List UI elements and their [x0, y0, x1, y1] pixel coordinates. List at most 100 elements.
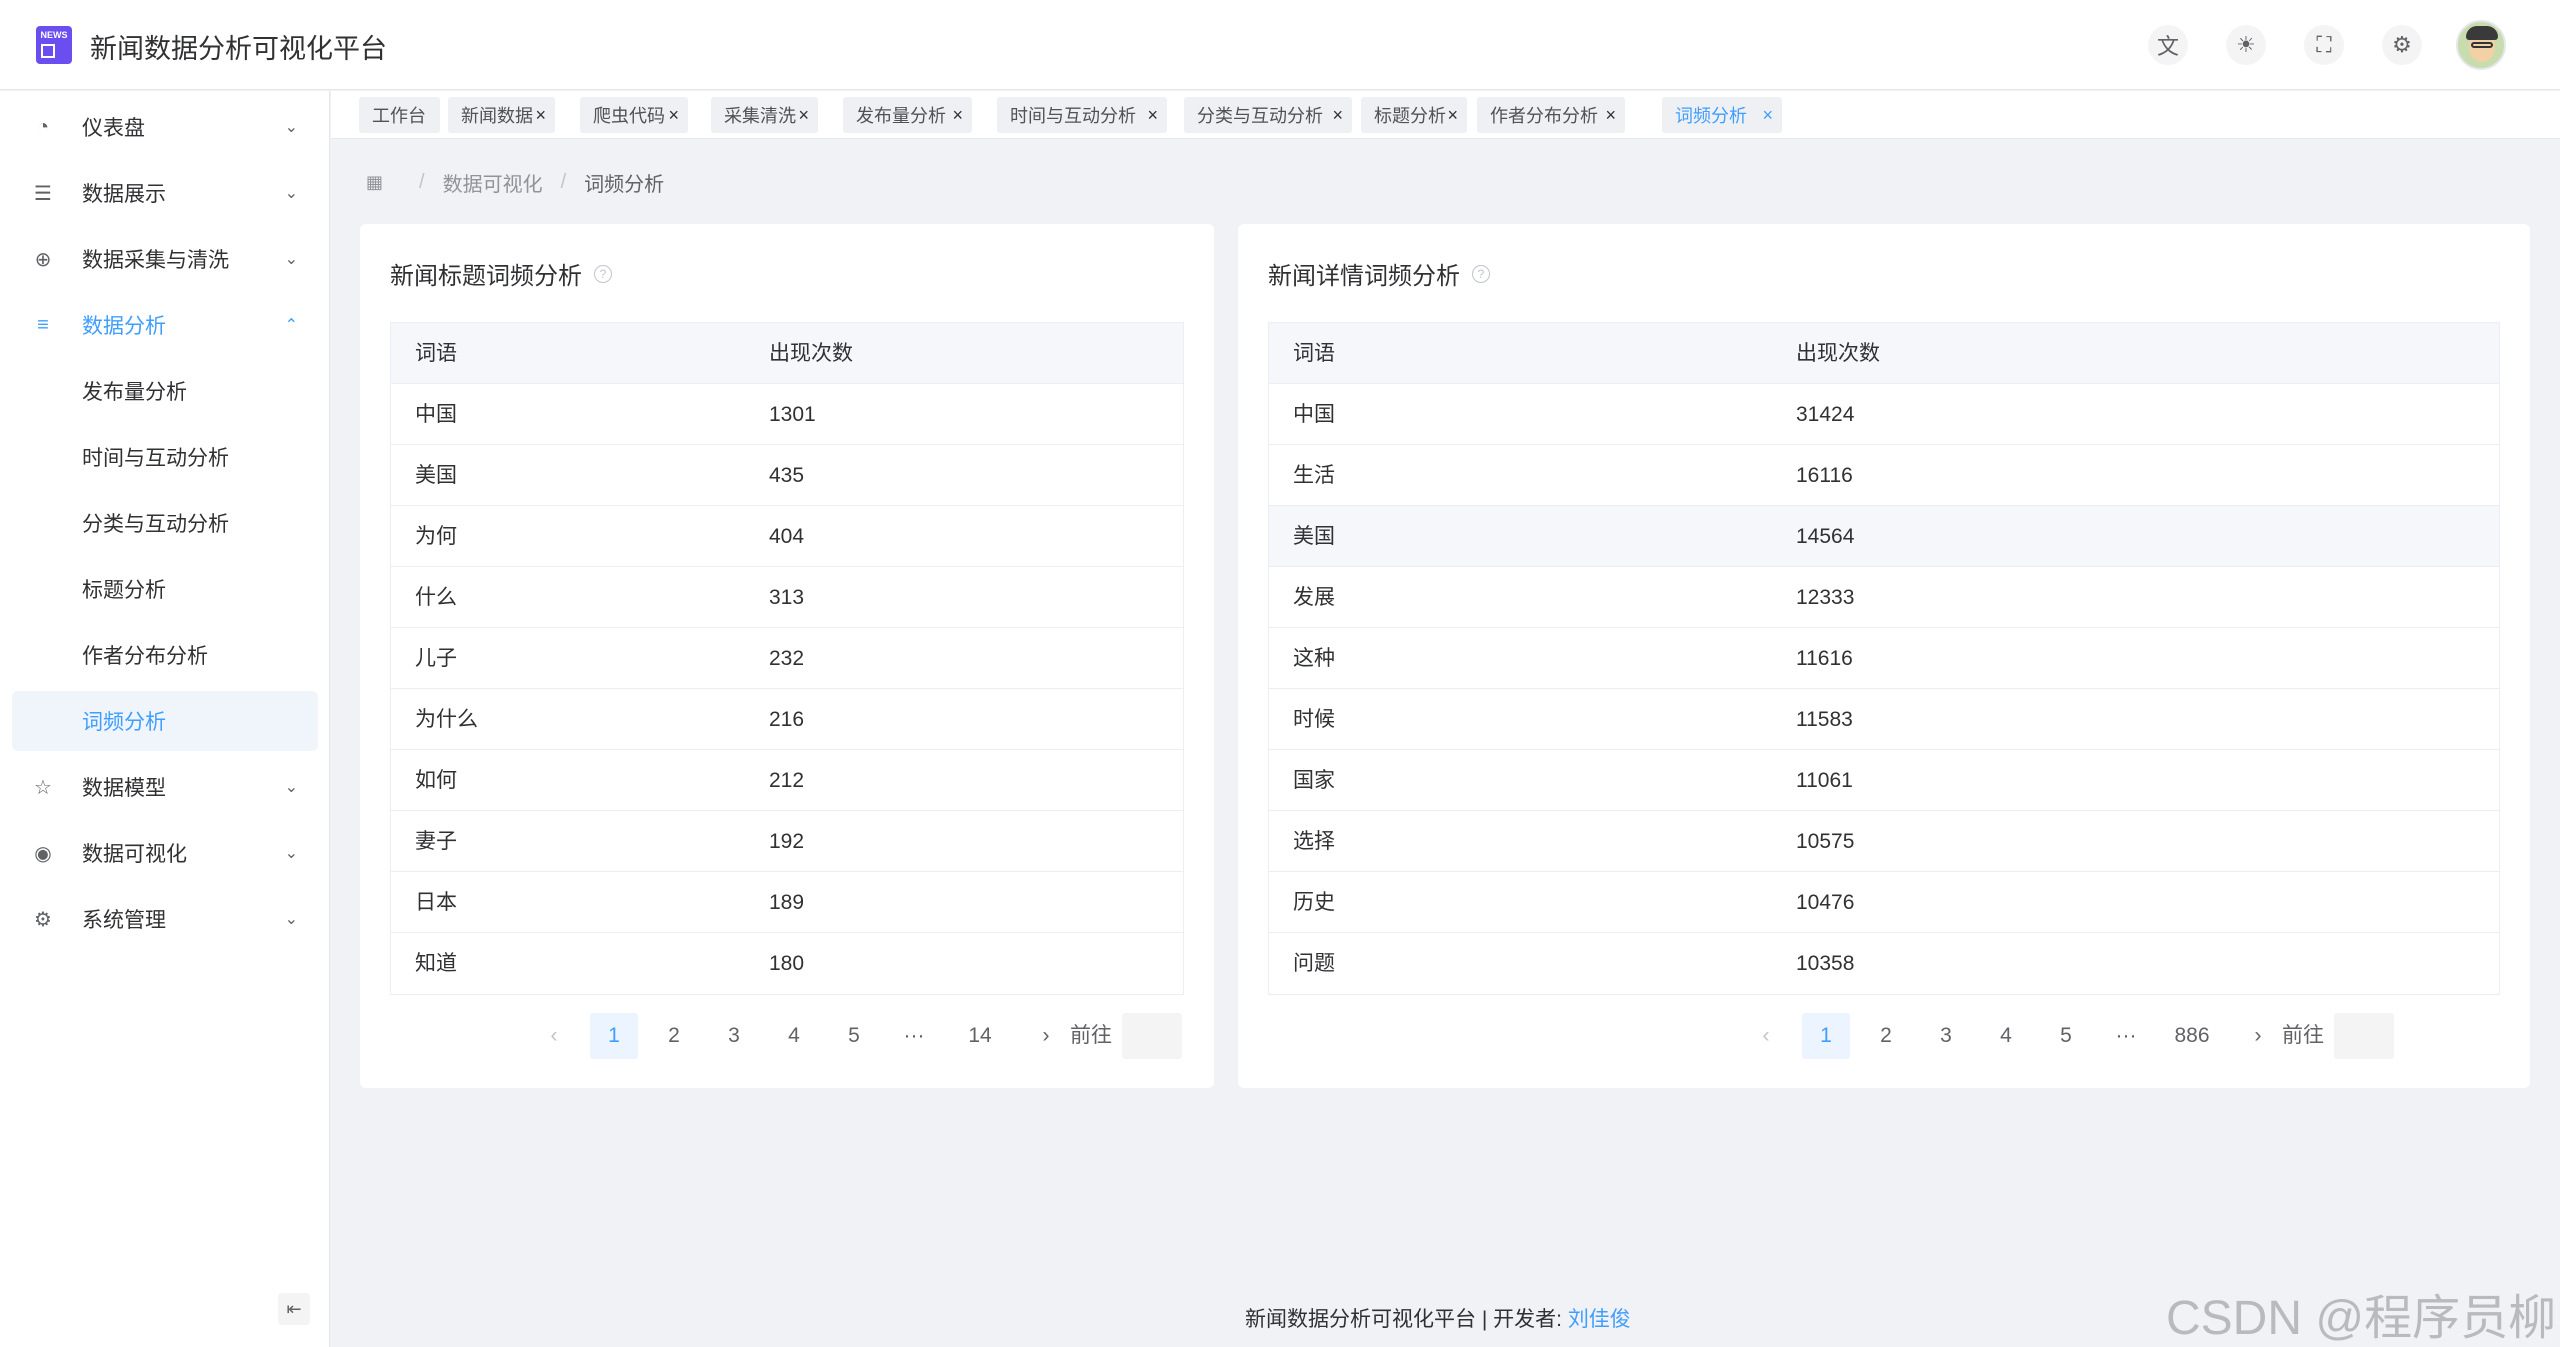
page-button[interactable]: 14: [950, 1013, 1010, 1059]
goto-page-input[interactable]: [1122, 1013, 1182, 1059]
theme-icon[interactable]: ☀: [2226, 25, 2266, 65]
fullscreen-icon[interactable]: ⛶: [2304, 25, 2344, 65]
tab-collect-clean[interactable]: 采集清洗 ×: [711, 97, 818, 133]
page-button[interactable]: 5: [830, 1013, 878, 1059]
sidebar-item-data-display[interactable]: ☰ 数据展示 ⌄: [12, 163, 318, 223]
count-cell: 212: [769, 769, 805, 792]
close-icon[interactable]: ×: [1605, 105, 1616, 126]
word-cell: 时候: [1293, 708, 1335, 731]
sidebar-item-collect[interactable]: ⊕ 数据采集与清洗 ⌄: [12, 229, 318, 289]
settings-icon[interactable]: ⚙: [2382, 25, 2422, 65]
card-title: 新闻标题词频分析 ?: [390, 256, 612, 291]
tab-wordfreq[interactable]: 词频分析 ×: [1662, 97, 1782, 133]
sidebar-subitem-wordfreq[interactable]: 词频分析: [12, 691, 318, 751]
help-icon[interactable]: ?: [1472, 264, 1490, 283]
tab-time[interactable]: 时间与互动分析 ×: [997, 97, 1167, 133]
word-cell: 知道: [415, 952, 457, 975]
card-title-text: 新闻详情词频分析: [1268, 263, 1460, 290]
page-button[interactable]: 4: [770, 1013, 818, 1059]
sidebar-item-system[interactable]: ⚙ 系统管理 ⌄: [12, 889, 318, 949]
tab-publish[interactable]: 发布量分析 ×: [843, 97, 972, 133]
sidebar-item-analysis[interactable]: ≡ 数据分析 ⌃: [12, 295, 318, 355]
tab-category[interactable]: 分类与互动分析 ×: [1184, 97, 1352, 133]
close-icon[interactable]: ×: [1147, 105, 1158, 126]
word-cell: 词语: [1293, 342, 1335, 365]
page-button[interactable]: 2: [650, 1013, 698, 1059]
table-row: 时候 11583: [1269, 689, 2499, 750]
close-icon[interactable]: ×: [1447, 105, 1458, 126]
list-icon: ☰: [34, 182, 52, 205]
collapse-sidebar-button[interactable]: ⇤: [278, 1293, 310, 1325]
tab-label: 作者分布分析: [1490, 106, 1598, 126]
page-button[interactable]: 5: [2042, 1013, 2090, 1059]
close-icon[interactable]: ×: [1762, 105, 1773, 126]
tab-label: 分类与互动分析: [1197, 106, 1323, 126]
help-icon[interactable]: ?: [594, 264, 612, 283]
page-button[interactable]: 3: [1922, 1013, 1970, 1059]
page-button[interactable]: 4: [1982, 1013, 2030, 1059]
footer-author-link[interactable]: 刘佳俊: [1568, 1308, 1631, 1331]
word-cell: 国家: [1293, 769, 1335, 792]
chevron-down-icon: ⌄: [284, 119, 298, 136]
tab-workbench[interactable]: 工作台: [359, 97, 440, 133]
sidebar-subitem-title[interactable]: 标题分析: [12, 559, 318, 619]
word-cell: 美国: [415, 464, 457, 487]
tab-crawler[interactable]: 爬虫代码 ×: [580, 97, 688, 133]
sidebar-item-label: 系统管理: [82, 909, 166, 932]
table-row: 中国 1301: [391, 384, 1183, 445]
page-button[interactable]: 2: [1862, 1013, 1910, 1059]
next-page-button[interactable]: ›: [1022, 1013, 1070, 1059]
translate-icon[interactable]: 文: [2148, 25, 2188, 65]
sidebar-subitem-category[interactable]: 分类与互动分析: [12, 493, 318, 553]
eye-icon: ◉: [34, 842, 52, 865]
pagination: ‹ 1 2 3 4 5 ··· 886 › 前往: [1238, 1013, 2530, 1059]
more-pages-button[interactable]: ···: [2102, 1013, 2150, 1059]
page-button[interactable]: 1: [590, 1013, 638, 1059]
prev-page-button[interactable]: ‹: [530, 1013, 578, 1059]
close-icon[interactable]: ×: [952, 105, 963, 126]
word-cell: 为何: [415, 525, 457, 548]
prev-page-button[interactable]: ‹: [1742, 1013, 1790, 1059]
close-icon[interactable]: ×: [535, 105, 546, 126]
count-cell: 12333: [1796, 586, 1855, 609]
table-row: 历史 10476: [1269, 872, 2499, 933]
grid-icon[interactable]: ▦: [366, 172, 383, 193]
breadcrumb-parent[interactable]: 数据可视化: [443, 168, 543, 197]
table-row: 美国 14564: [1269, 506, 2499, 567]
app-logo[interactable]: NEWS: [36, 26, 72, 64]
dashboard-icon: ◔: [36, 115, 50, 138]
tab-title-analysis[interactable]: 标题分析 ×: [1361, 97, 1467, 133]
table-row: 知道 180: [391, 933, 1183, 994]
count-cell: 11583: [1796, 708, 1853, 731]
sidebar-item-label: 发布量分析: [82, 381, 187, 404]
close-icon[interactable]: ×: [798, 105, 809, 126]
page-button[interactable]: 886: [2162, 1013, 2222, 1059]
sidebar-item-dashboard[interactable]: ◔ 仪表盘 ⌄: [12, 97, 318, 157]
close-icon[interactable]: ×: [1332, 105, 1343, 126]
sidebar-subitem-time[interactable]: 时间与互动分析: [12, 427, 318, 487]
table-header: 词语 出现次数: [1269, 323, 2499, 384]
page-button[interactable]: 3: [710, 1013, 758, 1059]
avatar[interactable]: [2456, 20, 2506, 70]
count-cell: 11061: [1796, 769, 1853, 792]
card-title: 新闻详情词频分析 ?: [1268, 256, 1490, 291]
chevron-down-icon: ⌄: [284, 779, 298, 796]
sidebar-subitem-author[interactable]: 作者分布分析: [12, 625, 318, 685]
tab-author[interactable]: 作者分布分析 ×: [1477, 97, 1625, 133]
tab-news-data[interactable]: 新闻数据 ×: [448, 97, 555, 133]
tab-label: 采集清洗: [724, 106, 796, 126]
page-button[interactable]: 1: [1802, 1013, 1850, 1059]
next-page-button[interactable]: ›: [2234, 1013, 2282, 1059]
close-icon[interactable]: ×: [668, 105, 679, 126]
word-cell: 发展: [1293, 586, 1335, 609]
sidebar-subitem-publish[interactable]: 发布量分析: [12, 361, 318, 421]
count-cell: 404: [769, 525, 805, 548]
count-cell: 10575: [1796, 830, 1855, 853]
star-icon: ☆: [34, 776, 52, 799]
sidebar-item-model[interactable]: ☆ 数据模型 ⌄: [12, 757, 318, 817]
goto-page-input[interactable]: [2334, 1013, 2394, 1059]
tab-label: 新闻数据: [461, 106, 533, 126]
sidebar-item-visualization[interactable]: ◉ 数据可视化 ⌄: [12, 823, 318, 883]
more-pages-button[interactable]: ···: [890, 1013, 938, 1059]
table-header: 词语 出现次数: [391, 323, 1183, 384]
